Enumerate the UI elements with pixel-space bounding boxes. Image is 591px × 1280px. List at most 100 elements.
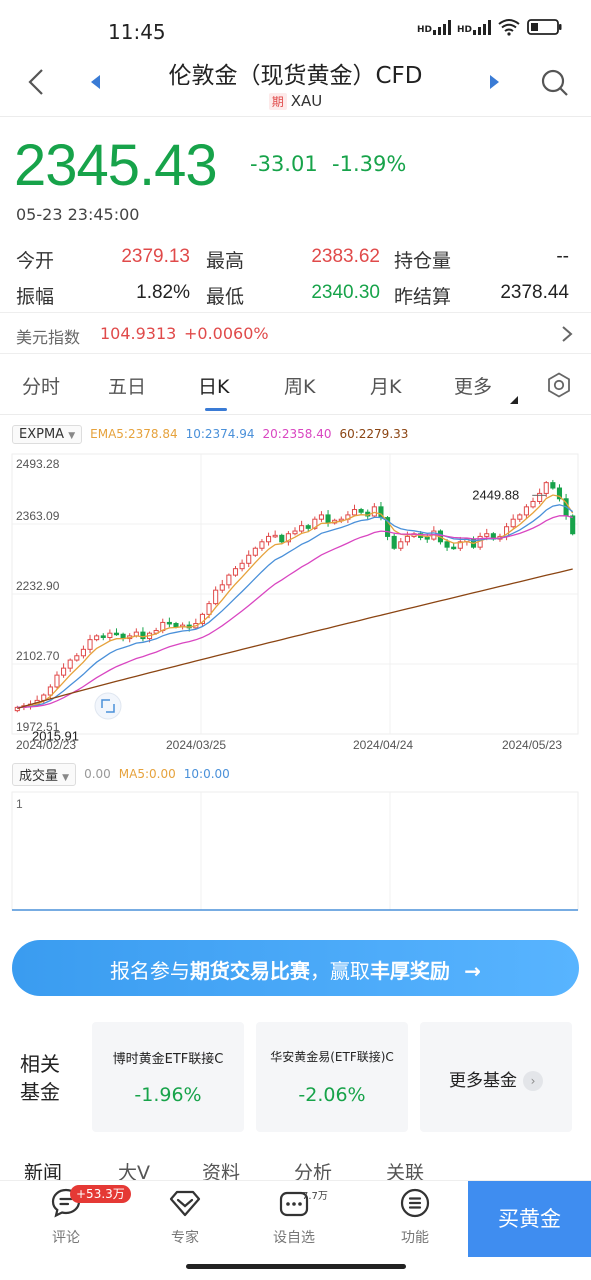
oi-value: --: [556, 246, 569, 267]
status-time: 11:45: [108, 20, 166, 44]
futures-tag: 期: [268, 93, 287, 110]
price-change: -33.01: [250, 152, 318, 176]
candle-up: [398, 541, 404, 549]
candle-up: [543, 482, 549, 494]
candle-up: [517, 514, 523, 520]
candlestick-chart[interactable]: 2493.282363.092232.902102.701972.512024/…: [0, 452, 591, 760]
fund-name: 博时黄金ETF联接C: [112, 1052, 224, 1067]
ema20-line: [17, 515, 573, 709]
tab-weekly-k[interactable]: 周K: [284, 372, 315, 399]
usd-index-label: 美元指数: [16, 328, 81, 347]
high-value: 2383.62: [311, 246, 380, 267]
wifi-icon: [498, 19, 520, 36]
symbol-code: XAU: [290, 92, 323, 110]
buy-gold-button[interactable]: 买黄金: [468, 1181, 591, 1257]
prev-instrument-icon[interactable]: [88, 74, 104, 90]
home-indicator: [186, 1264, 406, 1269]
candle-down: [358, 509, 364, 513]
indicator-select[interactable]: EXPMA ▼: [12, 424, 83, 444]
candle-down: [325, 514, 331, 524]
volume-frame: [11, 791, 579, 911]
low-label: 最低: [206, 286, 245, 308]
next-instrument-icon[interactable]: [486, 74, 502, 90]
candle-up: [107, 632, 113, 638]
prev-settle-value: 2378.44: [500, 282, 569, 303]
tab-daily-k[interactable]: 日K: [198, 372, 229, 399]
high-label: 最高: [206, 250, 245, 272]
back-icon[interactable]: [24, 64, 48, 100]
candle-down: [550, 482, 556, 489]
candle-up: [219, 584, 225, 591]
vol-ma10-value: 10:0.00: [183, 767, 230, 781]
candle-down: [570, 515, 576, 535]
candle-up: [299, 525, 305, 532]
quote-time: 05-23 23:45:00: [16, 205, 140, 224]
tab-monthly-k[interactable]: 月K: [370, 372, 401, 399]
usd-index-value: 104.9313: [100, 324, 177, 343]
candle-up: [206, 603, 212, 615]
ema60-value: 60:2279.33: [339, 427, 409, 441]
page-title: 伦敦金（现货黄金）CFD: [168, 63, 423, 89]
open-value: 2379.13: [121, 246, 190, 267]
fund-card-2[interactable]: 华安黄金易(ETF联接)C -2.06%: [256, 1022, 408, 1132]
x-tick-label: 2024/05/23: [502, 738, 562, 752]
volume-select[interactable]: 成交量 ▼: [12, 762, 77, 786]
tab-more[interactable]: 更多: [454, 372, 492, 399]
settings-icon[interactable]: [546, 372, 572, 398]
add-watchlist-button[interactable]: 7.7万 设自选: [254, 1187, 334, 1247]
candle-down: [424, 536, 430, 540]
ema10-value: 10:2374.94: [185, 427, 255, 441]
low-value: 2340.30: [311, 282, 380, 303]
ema5-value: EMA5:2378.84: [90, 427, 178, 441]
indicator-bar: EXPMA ▼ EMA5:2378.84 10:2374.94 20:2358.…: [12, 424, 416, 444]
ema20-value: 20:2358.40: [262, 427, 332, 441]
comment-button[interactable]: +53.3万 评论: [26, 1185, 131, 1247]
candle-up: [80, 648, 86, 657]
volume-chart: 1: [11, 791, 579, 911]
candle-up: [292, 530, 298, 535]
prev-settle-label: 昨结算: [394, 286, 452, 308]
chart-tabs: 分时 五日 日K 周K 月K 更多: [0, 360, 591, 412]
candle-down: [166, 621, 172, 625]
news-tabs: 新闻 大V 资料 分析 关联: [0, 1148, 591, 1184]
y-tick-label: 2363.09: [16, 509, 60, 523]
battery-icon: [527, 19, 562, 35]
chevron-right-icon: ›: [523, 1071, 543, 1091]
price-change-pct: -1.39%: [332, 152, 407, 176]
ema60-line: [17, 568, 573, 710]
tab-intraday[interactable]: 分时: [22, 372, 60, 399]
candle-up: [226, 574, 232, 586]
candle-up: [259, 541, 265, 549]
candle-down: [140, 631, 146, 640]
tab-five-day[interactable]: 五日: [108, 372, 146, 399]
expert-button[interactable]: 专家: [145, 1187, 225, 1247]
arrow-right-icon: →: [464, 959, 482, 983]
y-tick-label: 2493.28: [16, 457, 60, 471]
fund-name: 华安黄金易(ETF联接)C: [270, 1050, 394, 1064]
candle-up: [246, 554, 252, 564]
volume-value: 0.00: [84, 767, 111, 781]
vol-ma5-value: MA5:0.00: [118, 767, 176, 781]
function-button[interactable]: 功能: [375, 1187, 455, 1247]
signal-icon-1: HD: [417, 19, 451, 35]
symbol-subtitle: 期 XAU: [120, 92, 471, 110]
volume-y-tick: 1: [16, 797, 23, 811]
candle-up: [47, 686, 53, 696]
menu-icon: [400, 1188, 430, 1218]
candle-down: [173, 623, 179, 628]
max-price-label: 2449.88: [472, 487, 519, 502]
signal-icon-2: HD: [457, 19, 491, 35]
status-icons: HD HD: [417, 18, 563, 36]
candle-up: [510, 518, 516, 528]
candle-down: [100, 635, 106, 638]
min-price-label: 2015.91: [32, 729, 79, 744]
usd-index-row[interactable]: 美元指数 104.9313 +0.0060%: [0, 312, 591, 354]
competition-banner[interactable]: 报名参与期货交易比赛，赢取丰厚奖励 →: [12, 940, 579, 996]
comment-count-badge: +53.3万: [70, 1185, 131, 1203]
related-funds-label: 相关 基金: [20, 1052, 60, 1104]
candle-up: [252, 547, 258, 556]
search-icon[interactable]: [540, 68, 570, 98]
fund-card-1[interactable]: 博时黄金ETF联接C -1.96%: [92, 1022, 244, 1132]
more-funds-card[interactable]: 更多基金 ›: [420, 1022, 572, 1132]
candle-up: [371, 506, 377, 517]
